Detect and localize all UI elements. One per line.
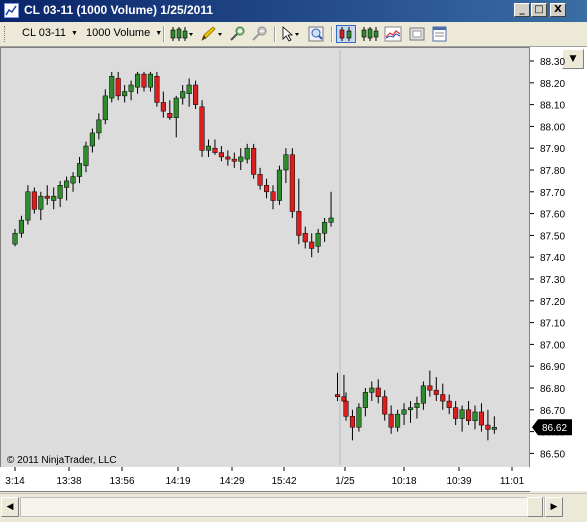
chart-toolbar: CL 03-11 ▼ 1000 Volume ▼ bbox=[0, 22, 587, 47]
instrument-selector[interactable]: CL 03-11 ▼ bbox=[22, 27, 78, 41]
scroll-track[interactable] bbox=[20, 497, 545, 517]
period-selector[interactable]: 1000 Volume ▼ bbox=[86, 27, 162, 41]
minimize-button[interactable]: _ bbox=[514, 3, 530, 17]
pointer-icon[interactable] bbox=[279, 25, 303, 43]
chevron-right-icon: ▶ bbox=[550, 502, 558, 512]
magnifier-icon[interactable] bbox=[307, 25, 327, 43]
toolbar-separator bbox=[163, 26, 165, 42]
copyright-label: © 2011 NinjaTrader, LLC bbox=[7, 455, 117, 466]
properties-icon[interactable] bbox=[430, 25, 450, 43]
window-title: CL 03-11 (1000 Volume) 1/25/2011 bbox=[24, 3, 214, 17]
pencil-draw-icon[interactable] bbox=[199, 25, 225, 43]
candlestick-style-icon[interactable] bbox=[169, 25, 195, 43]
zoom-out-icon[interactable] bbox=[250, 25, 270, 43]
chevron-down-icon: ▼ bbox=[71, 29, 78, 37]
chart-window: CL 03-11 (1000 Volume) 1/25/2011 _ □ X C… bbox=[0, 0, 587, 522]
title-bar[interactable]: CL 03-11 (1000 Volume) 1/25/2011 _ □ X bbox=[0, 0, 587, 22]
indicators-icon[interactable] bbox=[360, 25, 380, 43]
time-axis[interactable] bbox=[0, 467, 587, 491]
scroll-right-button[interactable]: ▶ bbox=[545, 497, 563, 517]
chart-panel[interactable] bbox=[0, 47, 530, 492]
toolbar-separator bbox=[331, 26, 333, 42]
toolbar-grip[interactable] bbox=[4, 26, 8, 42]
scroll-thumb[interactable] bbox=[527, 497, 543, 517]
chevron-down-icon: ▼ bbox=[155, 29, 163, 37]
period-label: 1000 Volume bbox=[86, 27, 151, 39]
strategies-icon[interactable] bbox=[383, 25, 403, 43]
chart-app-icon bbox=[4, 3, 19, 18]
price-axis[interactable] bbox=[530, 47, 587, 467]
zoom-in-icon[interactable] bbox=[228, 25, 248, 43]
chart-toolbox-icon[interactable] bbox=[407, 25, 427, 43]
toolbar-separator bbox=[274, 26, 276, 42]
horizontal-scrollbar[interactable]: ◀ ▶ bbox=[0, 493, 587, 522]
chevron-left-icon: ◀ bbox=[6, 502, 14, 512]
data-series-icon[interactable] bbox=[336, 25, 356, 43]
scroll-left-button[interactable]: ◀ bbox=[1, 497, 19, 517]
maximize-button[interactable]: □ bbox=[531, 3, 547, 17]
close-button[interactable]: X bbox=[550, 3, 566, 17]
chevron-down-icon: ▼ bbox=[569, 54, 577, 64]
instrument-label: CL 03-11 bbox=[22, 27, 67, 39]
price-axis-menu-button[interactable]: ▼ bbox=[562, 49, 584, 69]
